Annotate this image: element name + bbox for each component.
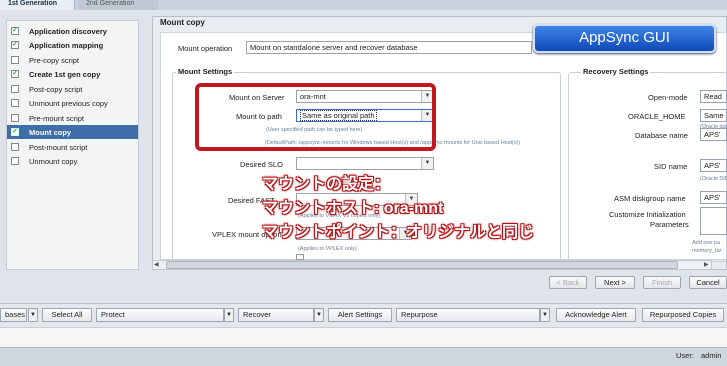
chevron-down-icon[interactable]: ▼ [28, 308, 38, 322]
wizard-step-post-copy-script[interactable]: Post-copy script [7, 82, 138, 96]
checkbox-icon [11, 114, 19, 122]
checkbox-icon: ✓ [11, 70, 19, 78]
wizard-step-application-mapping[interactable]: ✓ Application mapping [7, 38, 138, 52]
acknowledge-alert-button[interactable]: Acknowledge Alert [556, 308, 636, 322]
open-mode-label: Open-mode [648, 93, 688, 102]
sid-name-input[interactable]: APS' [700, 159, 727, 172]
desired-slo-select[interactable]: ▼ [296, 157, 434, 170]
scroll-left-icon[interactable]: ◀ [154, 261, 159, 268]
init-params-label-2: Parameters [650, 220, 689, 229]
content-strip [0, 327, 727, 347]
wizard-step-post-mount-script[interactable]: Post-mount script [7, 140, 138, 154]
checkbox-icon [11, 99, 19, 107]
wizard-step-pre-mount-script[interactable]: Pre-mount script [7, 111, 138, 125]
tab-2nd-generation[interactable]: 2nd Generation [78, 0, 158, 10]
next-button[interactable]: Next > [595, 276, 635, 289]
repurpose-select[interactable]: Repurpose [396, 308, 540, 322]
wizard-step-unmount-previous-copy[interactable]: Unmount previous copy [7, 96, 138, 110]
oracle-home-select[interactable]: Same [700, 109, 727, 122]
finish-button[interactable]: Finish [643, 276, 681, 289]
init-params-label-1: Customize Initialization [609, 210, 686, 219]
back-button[interactable]: < Back [549, 276, 587, 289]
database-name-input[interactable]: APS' [700, 128, 727, 141]
scroll-right-icon[interactable]: ▶ [704, 261, 709, 268]
user-label: User: [676, 351, 694, 360]
wizard-step-application-discovery[interactable]: ✓ Application discovery [7, 24, 138, 38]
asm-diskgroup-input[interactable]: APS' [700, 191, 727, 204]
checkbox-icon: ✓ [11, 41, 19, 49]
checkbox-icon [11, 143, 19, 151]
chevron-down-icon[interactable]: ▼ [421, 158, 433, 169]
wizard-steps-panel: ✓ Application discovery ✓ Application mapp… [6, 20, 139, 270]
recover-select[interactable]: Recover [238, 308, 314, 322]
repurposed-copies-button[interactable]: Repurposed Copies [642, 308, 724, 322]
status-bar [0, 347, 727, 366]
databases-select[interactable]: bases [0, 308, 27, 322]
annotation-line-3: マウントポイント：オリジナルと同じ [262, 224, 535, 241]
select-all-button[interactable]: Select All [42, 308, 92, 322]
wizard-step-unmount-copy[interactable]: Unmount copy [7, 154, 138, 168]
checkbox-icon [11, 56, 19, 64]
mount-operation-label: Mount operation [178, 44, 233, 53]
checkbox-icon [11, 85, 19, 93]
alert-settings-button[interactable]: Alert Settings [328, 308, 392, 322]
scrollbar-thumb[interactable] [166, 261, 678, 269]
sid-name-label: SID name [654, 162, 688, 171]
checkbox-icon [11, 157, 19, 165]
asm-diskgroup-label: ASM diskgroup name [614, 194, 686, 203]
oracle-home-label: ORACLE_HOME [628, 112, 686, 121]
vplex-hint: (Applies to VPLEX only) [298, 246, 357, 252]
annotation-line-2: マウントホスト: ora-mnt [262, 200, 444, 217]
mount-settings-title: Mount Settings [176, 67, 235, 76]
cancel-button[interactable]: Cancel [689, 276, 727, 289]
init-params-hint-2: memory_tar [692, 248, 722, 254]
page-title: Mount copy [160, 18, 205, 27]
chevron-down-icon[interactable]: ▼ [314, 308, 324, 322]
appsync-gui-badge: AppSync GUI [533, 24, 716, 53]
chevron-down-icon[interactable]: ▼ [224, 308, 234, 322]
wizard-step-pre-copy-script[interactable]: Pre-copy script [7, 53, 138, 67]
wizard-step-create-1st-gen-copy[interactable]: ✓ Create 1st gen copy [7, 67, 138, 81]
sid-hint: (Oracle SID will be t [700, 176, 727, 182]
database-name-label: Database name [635, 131, 688, 140]
init-params-hint-1: Add one pa [692, 240, 721, 246]
recovery-settings-title: Recovery Settings [581, 67, 651, 76]
highlight-box [195, 83, 436, 151]
tab-1st-generation[interactable]: 1st Generation [0, 0, 75, 10]
checkbox-icon: ✓ [11, 27, 19, 35]
wizard-step-mount-copy[interactable]: ✓ Mount copy [7, 125, 138, 139]
open-mode-select[interactable]: Read [700, 90, 727, 103]
annotation-line-1: マウントの設定： [262, 176, 391, 193]
desired-slo-label: Desired SLO [240, 160, 283, 169]
checkbox-icon: ✓ [11, 128, 19, 136]
chevron-down-icon[interactable]: ▼ [540, 308, 550, 322]
mount-operation-select[interactable]: Mount on standalone server and recover d… [246, 41, 532, 54]
user-value: admin [701, 351, 722, 360]
init-params-textarea[interactable] [700, 207, 727, 235]
protect-select[interactable]: Protect [96, 308, 224, 322]
